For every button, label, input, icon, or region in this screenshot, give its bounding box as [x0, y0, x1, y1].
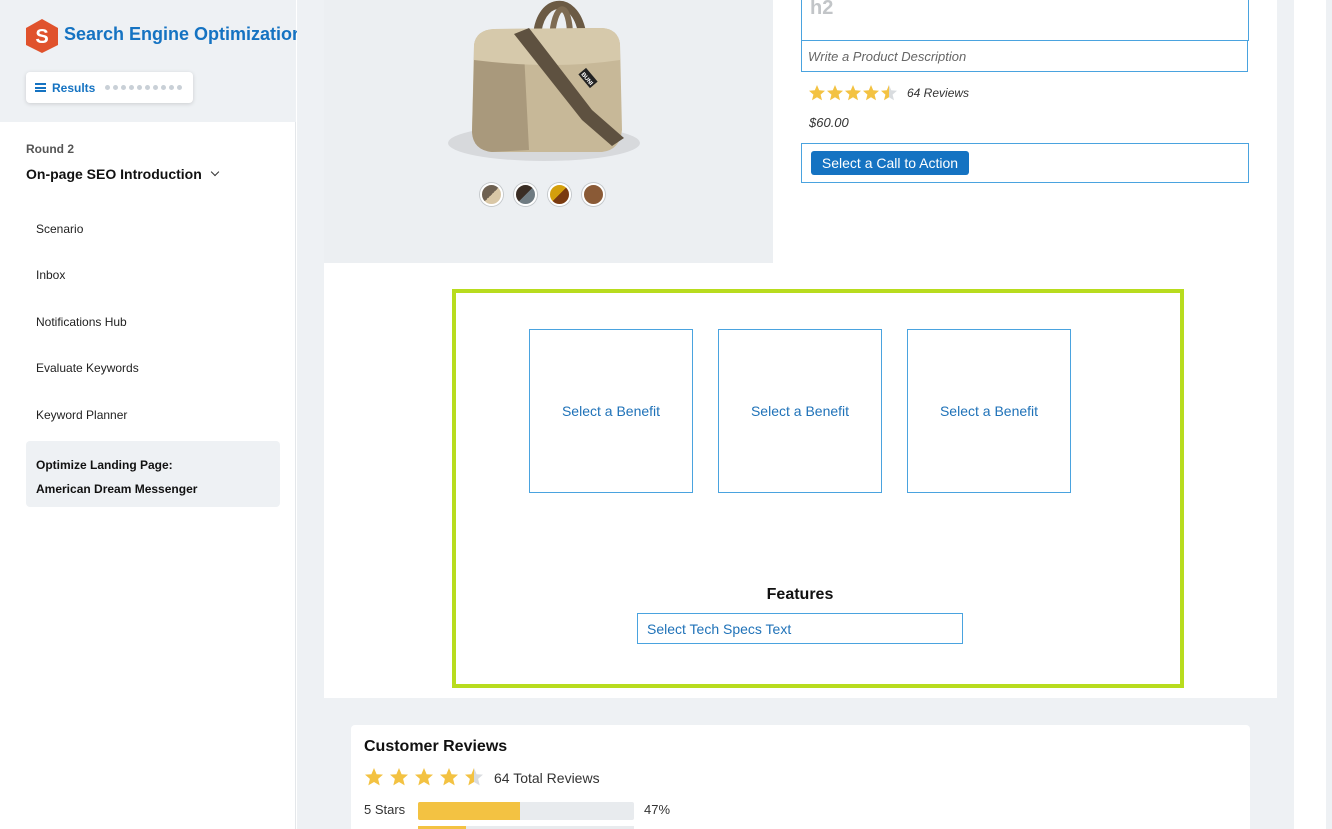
- sidebar-item-keyword-planner[interactable]: Keyword Planner: [26, 408, 280, 422]
- rating-bar-percent: 47%: [644, 802, 671, 817]
- rating-stars-icon: [365, 768, 483, 786]
- menu-icon: [35, 83, 46, 92]
- active-item-line1: Optimize Landing Page:: [36, 458, 173, 472]
- heading-placeholder: h2: [810, 0, 834, 19]
- scrollbar-track[interactable]: [1326, 0, 1332, 829]
- color-swatch[interactable]: [548, 183, 571, 206]
- progress-dots: [105, 85, 183, 90]
- sidebar-item-scenario[interactable]: Scenario: [26, 222, 280, 236]
- chevron-down-icon: [210, 167, 220, 177]
- app-logo-icon: S: [26, 19, 58, 53]
- color-swatch[interactable]: [582, 183, 605, 206]
- rating-bar-label: 5 Stars: [364, 802, 406, 817]
- color-swatch[interactable]: [514, 183, 537, 206]
- reviews-count: 64 Reviews: [907, 86, 970, 100]
- description-input[interactable]: Write a Product Description: [801, 40, 1248, 72]
- heading-slot[interactable]: [801, 0, 1249, 41]
- sidebar: S Search Engine Optimization Results Rou…: [0, 0, 303, 829]
- sidebar-item-evaluate-keywords[interactable]: Evaluate Keywords: [26, 361, 280, 375]
- color-swatch[interactable]: [480, 183, 503, 206]
- results-button[interactable]: Results: [26, 72, 193, 103]
- features-heading: Features: [766, 586, 834, 603]
- active-item-line2: American Dream Messenger: [36, 482, 198, 496]
- rating-bar-fill: [418, 802, 520, 820]
- product-image-panel: BUNI: [324, 0, 773, 263]
- sidebar-item-optimize-landing-page[interactable]: Optimize Landing Page: American Dream Me…: [26, 441, 280, 507]
- app-title: Search Engine Optimization: [64, 24, 304, 44]
- total-reviews: 64 Total Reviews: [494, 770, 600, 786]
- sidebar-item-inbox[interactable]: Inbox: [26, 268, 280, 282]
- select-cta-button[interactable]: Select a Call to Action: [811, 151, 969, 175]
- product-rating: 64 Reviews: [808, 84, 969, 102]
- right-gutter: [1294, 0, 1326, 829]
- module-selector[interactable]: On-page SEO Introduction: [26, 166, 220, 182]
- round-label: Round 2: [26, 142, 74, 156]
- results-label: Results: [52, 80, 96, 95]
- rating-stars-icon: [809, 85, 897, 101]
- sidebar-item-notifications-hub[interactable]: Notifications Hub: [26, 315, 280, 329]
- customer-rating: 64 Total Reviews: [364, 767, 600, 789]
- product-bag-image: BUNI: [448, 0, 640, 161]
- module-title: On-page SEO Introduction: [26, 166, 202, 182]
- product-price: $60.00: [809, 115, 849, 130]
- benefit-slot[interactable]: Select a Benefit: [718, 329, 882, 493]
- rating-bar: [418, 802, 634, 820]
- customer-reviews-title: Customer Reviews: [364, 738, 508, 755]
- svg-text:S: S: [35, 26, 48, 48]
- benefit-slot[interactable]: Select a Benefit: [529, 329, 693, 493]
- benefit-slot[interactable]: Select a Benefit: [907, 329, 1071, 493]
- tech-specs-slot[interactable]: Select Tech Specs Text: [637, 613, 963, 644]
